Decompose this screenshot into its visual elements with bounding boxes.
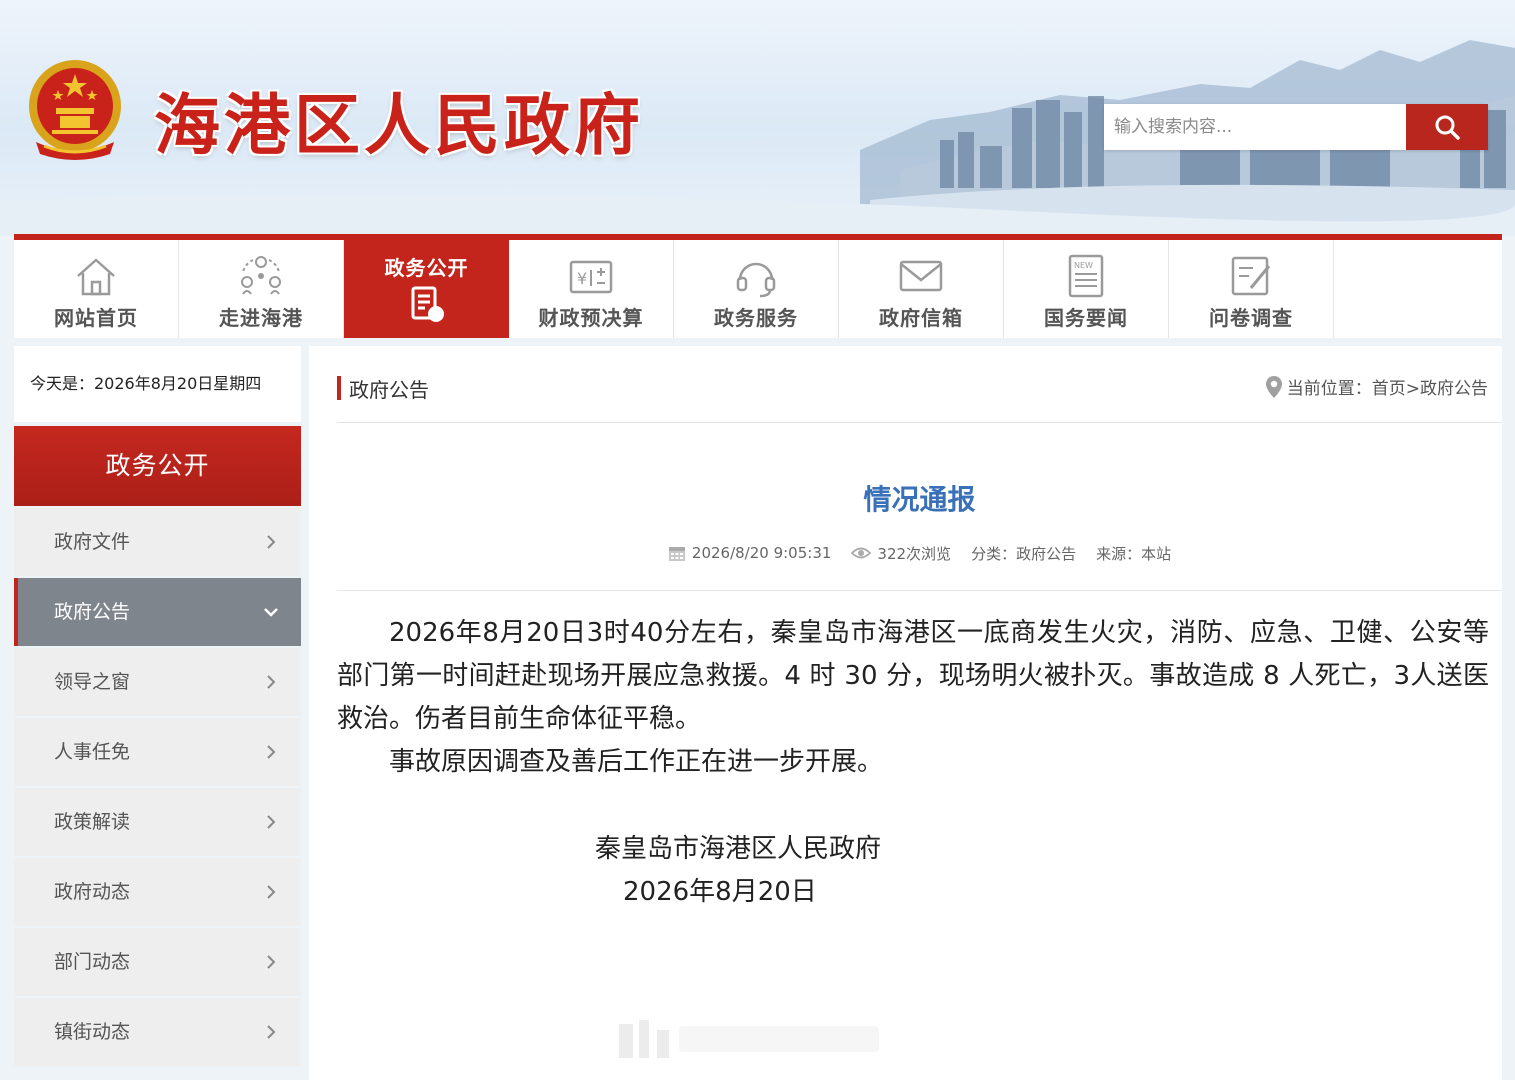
signature-org: 秦皇岛市海港区人民政府 <box>595 834 882 864</box>
nav-item-services[interactable]: 政务服务 <box>674 240 839 338</box>
sidebar-item-label: 部门动态 <box>54 951 131 973</box>
site-banner: 海港区人民政府 <box>0 0 1515 236</box>
sidebar-item-label: 政府公告 <box>54 601 131 623</box>
svg-text:NEW: NEW <box>1074 261 1093 270</box>
chevron-right-icon <box>267 1025 276 1039</box>
meta-divider <box>337 590 1502 591</box>
sidebar-item-gov-announcements[interactable]: 政府公告 <box>14 578 301 646</box>
survey-icon <box>1231 256 1271 296</box>
nav-item-gov-affairs[interactable]: 政务公开 <box>344 240 509 338</box>
nav-filler <box>1334 240 1502 338</box>
sidebar-item-label: 政府文件 <box>54 531 131 553</box>
watermark-graphic <box>619 1020 879 1058</box>
sidebar-item-policy[interactable]: 政策解读 <box>14 788 301 856</box>
headset-icon <box>736 262 776 298</box>
nav-label: 网站首页 <box>54 306 138 330</box>
article-paragraph: 事故原因调查及善后工作正在进一步开展。 <box>389 747 884 777</box>
sidebar-item-leaders[interactable]: 领导之窗 <box>14 648 301 716</box>
nav-item-survey[interactable]: 问卷调查 <box>1169 240 1334 338</box>
sidebar-item-label: 人事任免 <box>54 741 131 763</box>
article-paragraph: 2026年8月20日3时40分左右，秦皇岛市海港区一底商发生火灾，消防、应急、卫… <box>337 618 1489 734</box>
breadcrumb-text[interactable]: 当前位置：首页>政府公告 <box>1287 374 1488 399</box>
sidebar-item-label: 领导之窗 <box>54 671 131 693</box>
document-icon <box>411 286 444 322</box>
article-body: 2026年8月20日3时40分左右，秦皇岛市海港区一底商发生火灾，消防、应急、卫… <box>337 612 1489 784</box>
chevron-right-icon <box>267 955 276 969</box>
view-count: 322次浏览 <box>851 543 951 564</box>
main-nav: 网站首页 走进海港 政务公开 ¥ 财政预决算 政务服务 政府信箱 NEW 国务要… <box>14 240 1502 338</box>
svg-text:¥: ¥ <box>577 269 587 288</box>
chevron-right-icon <box>267 675 276 689</box>
nav-item-finance[interactable]: ¥ 财政预决算 <box>509 240 674 338</box>
nav-item-about[interactable]: 走进海港 <box>179 240 344 338</box>
publish-time-text: 2026/8/20 9:05:31 <box>691 544 832 562</box>
newspaper-icon: NEW <box>1068 254 1104 298</box>
article-meta: 2026/8/20 9:05:31 322次浏览 分类：政府公告 来源：本站 <box>337 542 1502 564</box>
view-count-text: 322次浏览 <box>877 544 952 563</box>
section-header: 政府公告 当前位置：首页>政府公告 <box>337 346 1502 423</box>
search-icon <box>1435 115 1460 140</box>
chevron-down-icon <box>264 608 278 617</box>
search-input[interactable] <box>1104 104 1406 150</box>
sidebar-item-label: 政府动态 <box>54 881 131 903</box>
search-bar <box>1104 104 1488 150</box>
sidebar-item-label: 政策解读 <box>54 811 131 833</box>
nav-label: 政务服务 <box>714 306 798 330</box>
nav-label: 政府信箱 <box>879 306 963 330</box>
section-accent-bar <box>337 376 341 400</box>
finance-icon: ¥ <box>569 260 613 294</box>
mail-icon <box>899 260 943 292</box>
article-signature: 秦皇岛市海港区人民政府 2026年8月20日 <box>595 828 881 914</box>
nav-label: 走进海港 <box>219 306 303 330</box>
sidebar-item-gov-documents[interactable]: 政府文件 <box>14 508 301 576</box>
sidebar-menu: 政府文件 政府公告 领导之窗 人事任免 政策解读 政府动态 部门动态 镇街动态 <box>14 508 301 1068</box>
nav-label: 政务公开 <box>384 256 469 280</box>
search-button[interactable] <box>1406 104 1488 150</box>
site-title: 海港区人民政府 <box>154 87 644 164</box>
chevron-right-icon <box>267 885 276 899</box>
chevron-right-icon <box>267 815 276 829</box>
sidebar-item-appointments[interactable]: 人事任免 <box>14 718 301 786</box>
national-emblem-icon <box>29 60 121 160</box>
sidebar-item-label: 镇街动态 <box>54 1021 131 1043</box>
sidebar-heading: 政务公开 <box>14 426 301 506</box>
sidebar-item-dept-news[interactable]: 部门动态 <box>14 928 301 996</box>
home-icon <box>77 258 115 296</box>
today-date: 今天是：2026年8月20日星期四 <box>14 346 301 422</box>
section-title: 政府公告 <box>349 378 429 402</box>
breadcrumb: 当前位置：首页>政府公告 <box>1265 374 1488 399</box>
nav-item-mailbox[interactable]: 政府信箱 <box>839 240 1004 338</box>
chevron-right-icon <box>267 745 276 759</box>
nav-label: 财政预决算 <box>538 306 644 330</box>
nav-item-home[interactable]: 网站首页 <box>14 240 179 338</box>
sidebar-item-gov-news[interactable]: 政府动态 <box>14 858 301 926</box>
article-category: 分类：政府公告 <box>971 544 1077 563</box>
location-pin-icon <box>1265 375 1282 398</box>
article-source: 来源：本站 <box>1096 544 1172 563</box>
main-content: 政府公告 当前位置：首页>政府公告 情况通报 2026/8/20 9:05:31… <box>309 346 1502 1080</box>
eye-icon <box>851 547 872 559</box>
article-title: 情况通报 <box>863 483 976 516</box>
nav-label: 问卷调查 <box>1209 306 1293 330</box>
nav-item-news[interactable]: NEW 国务要闻 <box>1004 240 1169 338</box>
chevron-right-icon <box>267 535 276 549</box>
nav-label: 国务要闻 <box>1044 306 1128 330</box>
publish-time: 2026/8/20 9:05:31 <box>668 544 832 562</box>
signature-date: 2026年8月20日 <box>623 877 817 907</box>
sidebar-item-town-news[interactable]: 镇街动态 <box>14 998 301 1066</box>
network-icon <box>241 256 281 295</box>
calendar-icon <box>668 547 685 561</box>
